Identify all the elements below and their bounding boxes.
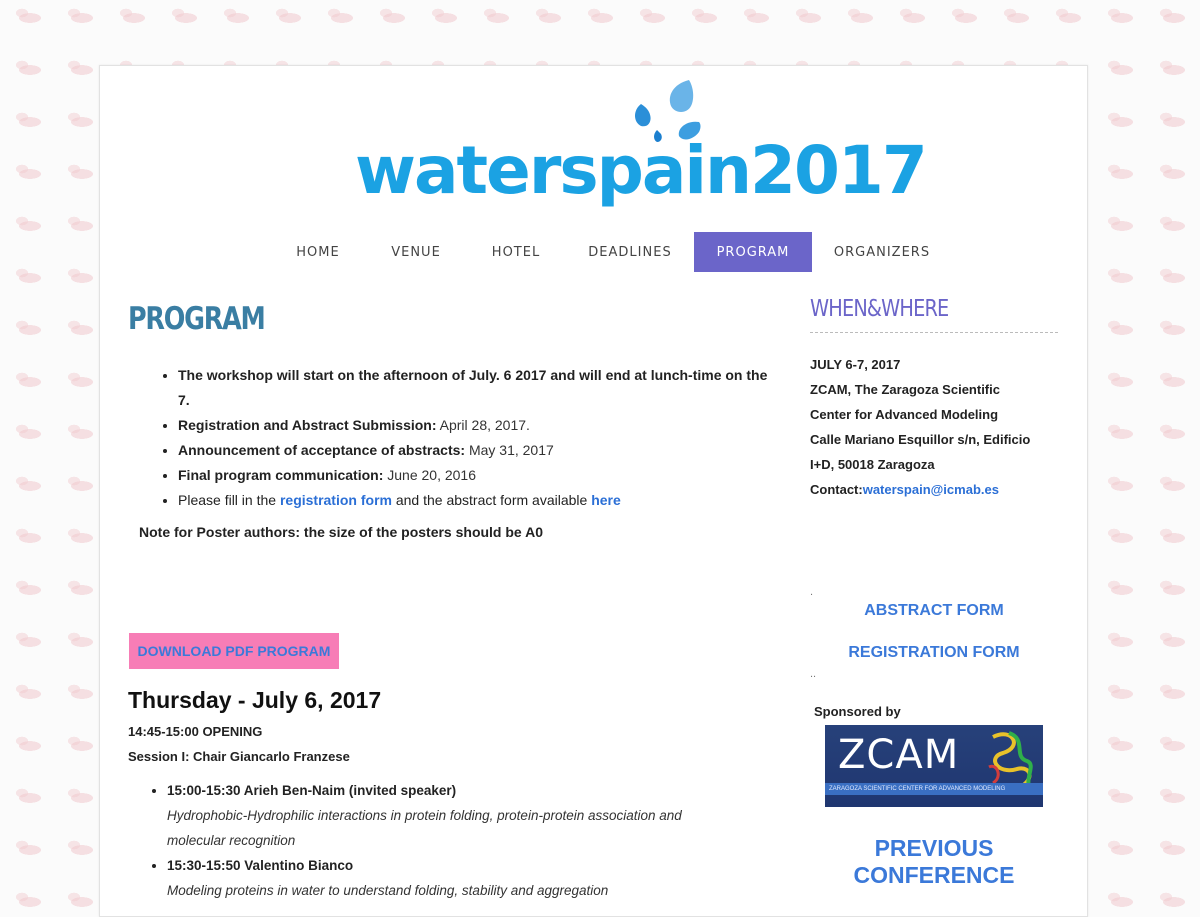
nav-hotel[interactable]: HOTEL xyxy=(466,232,566,272)
nav-organizers[interactable]: ORGANIZERS xyxy=(812,232,952,272)
previous-line-1: PREVIOUS xyxy=(874,835,994,861)
talks-list: 15:00-15:30 Arieh Ben-Naim (invited spea… xyxy=(167,778,727,903)
venue-line: ZCAM, The Zaragoza Scientific xyxy=(810,382,1000,397)
fill-prefix: Please fill in the xyxy=(178,492,280,508)
talk-title: Hydrophobic-Hydrophilic interactions in … xyxy=(167,808,682,848)
sponsored-label: Sponsored by xyxy=(814,704,901,719)
venue-line: I+D, 50018 Zaragoza xyxy=(810,457,935,472)
logo-wordmark: waterspain2017 xyxy=(355,132,928,209)
contact-label: Contact: xyxy=(810,482,863,497)
fill-middle: and the abstract form available xyxy=(391,492,592,508)
talk-title: Modeling proteins in water to understand… xyxy=(167,883,609,898)
previous-conference-link[interactable]: PREVIOUS CONFERENCE xyxy=(810,835,1058,889)
poster-note: Note for Poster authors: the size of the… xyxy=(139,524,543,540)
sponsor-logo[interactable]: ZCAM ZARAGOZA SCIENTIFIC CENTER FOR ADVA… xyxy=(825,725,1043,807)
bullet-bold-text: Final program communication: xyxy=(178,467,384,483)
registration-form-button[interactable]: REGISTRATION FORM xyxy=(810,644,1058,662)
nav-program[interactable]: PROGRAM xyxy=(694,232,812,272)
talk-item: 15:00-15:30 Arieh Ben-Naim (invited spea… xyxy=(167,778,727,853)
nav-home[interactable]: HOME xyxy=(270,232,366,272)
day-title: Thursday - July 6, 2017 xyxy=(128,687,382,713)
talk-item: 15:30-15:50 Valentino Bianco Modeling pr… xyxy=(167,853,727,903)
registration-form-link[interactable]: registration form xyxy=(280,492,392,508)
venue-line: Calle Mariano Esquillor s/n, Edificio xyxy=(810,432,1031,447)
list-item: The workshop will start on the afternoon… xyxy=(178,363,768,413)
download-pdf-button[interactable]: DOWNLOAD PDF PROGRAM xyxy=(129,633,339,669)
talk-speaker: 15:30-15:50 Valentino Bianco xyxy=(167,858,354,873)
sidebar-divider xyxy=(810,332,1058,333)
site-logo[interactable]: waterspain2017 xyxy=(355,74,928,214)
separator-dot: . xyxy=(810,586,814,598)
previous-line-2: CONFERENCE xyxy=(853,862,1015,888)
bullet-value: April 28, 2017. xyxy=(436,417,530,433)
venue-info: JULY 6-7, 2017 ZCAM, The Zaragoza Scient… xyxy=(810,352,1058,502)
bullet-bold-text: The workshop will start on the afternoon… xyxy=(178,367,768,408)
page-container: waterspain2017 HOME VENUE HOTEL DEADLINE… xyxy=(99,65,1088,917)
main-nav: HOME VENUE HOTEL DEADLINES PROGRAM ORGAN… xyxy=(270,232,952,272)
bullet-bold-text: Registration and Abstract Submission: xyxy=(178,417,437,433)
bullet-value: June 20, 2016 xyxy=(383,467,476,483)
sidebar-title: WHEN&WHERE xyxy=(810,296,949,322)
list-item: Announcement of acceptance of abstracts:… xyxy=(178,438,768,463)
session-heading: Session I: Chair Giancarlo Franzese xyxy=(128,749,350,764)
abstract-form-button[interactable]: ABSTRACT FORM xyxy=(810,602,1058,620)
abstract-form-link[interactable]: here xyxy=(591,492,621,508)
sponsor-tagline: ZARAGOZA SCIENTIFIC CENTER FOR ADVANCED … xyxy=(825,783,1043,795)
contact-line: Contact:waterspain@icmab.es xyxy=(810,477,1058,502)
list-item: Final program communication: June 20, 20… xyxy=(178,463,768,488)
key-dates-list: The workshop will start on the afternoon… xyxy=(178,363,768,513)
separator-dots: .. xyxy=(810,668,817,680)
contact-email-link[interactable]: waterspain@icmab.es xyxy=(863,482,999,497)
page-title: PROGRAM xyxy=(128,301,266,337)
list-item: Please fill in the registration form and… xyxy=(178,488,768,513)
opening-slot: 14:45-15:00 OPENING xyxy=(128,724,263,739)
sponsor-logo-text: ZCAM xyxy=(838,732,960,778)
nav-venue[interactable]: VENUE xyxy=(366,232,466,272)
talk-speaker: 15:00-15:30 Arieh Ben-Naim (invited spea… xyxy=(167,783,457,798)
bullet-bold-text: Announcement of acceptance of abstracts: xyxy=(178,442,466,458)
bullet-value: May 31, 2017 xyxy=(465,442,554,458)
venue-line: JULY 6-7, 2017 xyxy=(810,357,901,372)
nav-deadlines[interactable]: DEADLINES xyxy=(566,232,694,272)
list-item: Registration and Abstract Submission: Ap… xyxy=(178,413,768,438)
venue-line: Center for Advanced Modeling xyxy=(810,407,999,422)
